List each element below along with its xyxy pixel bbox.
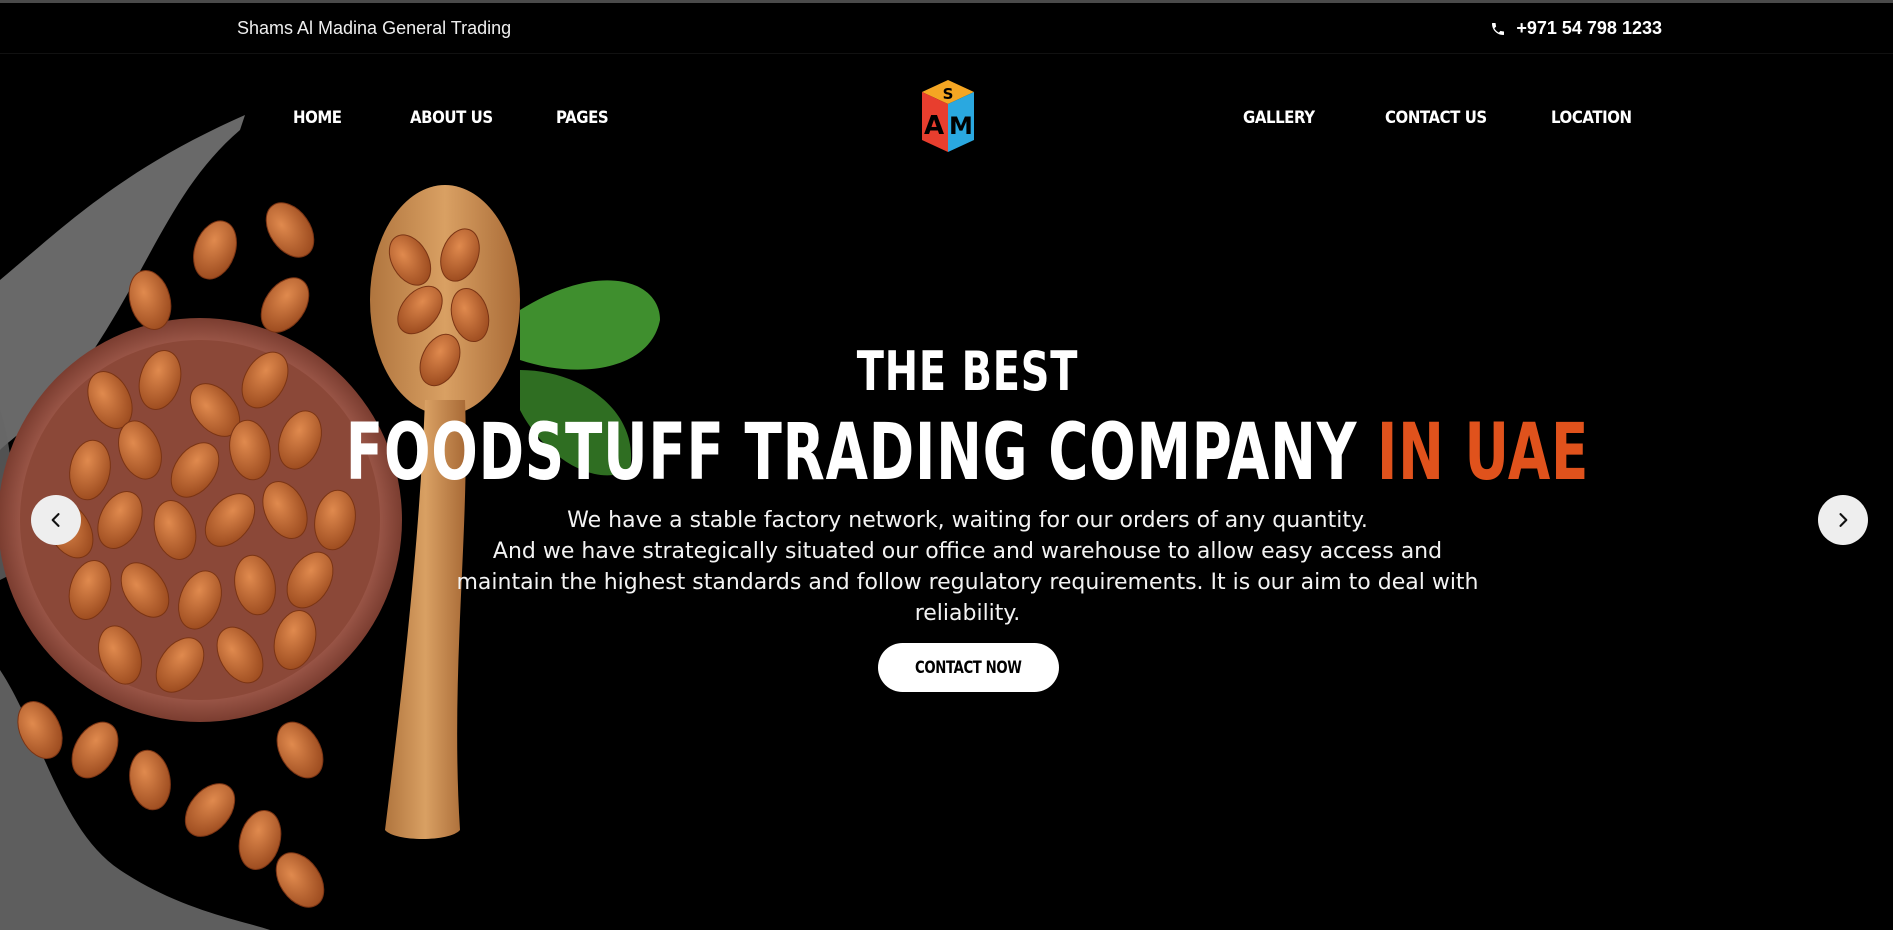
nav-gallery[interactable]: GALLERY: [1243, 108, 1315, 128]
hero-headline-main: FOODSTUFF TRADING COMPANY IN UAE: [213, 408, 1722, 498]
phone-number: +971 54 798 1233: [1516, 18, 1662, 38]
contact-now-button[interactable]: CONTACT NOW: [878, 643, 1059, 692]
hero-description-line: And we have strategically situated our o…: [492, 539, 1443, 564]
company-name: Shams Al Madina General Trading: [237, 18, 512, 38]
contact-now-label: CONTACT NOW: [915, 657, 1022, 678]
nav-location[interactable]: LOCATION: [1551, 108, 1632, 128]
logo-letter-m: M: [949, 112, 973, 140]
hero-description-line: maintain the highest standards and follo…: [456, 570, 1479, 626]
chevron-left-icon: [51, 513, 60, 527]
logo-letter-a: A: [924, 111, 944, 141]
hero-headline-main-text: FOODSTUFF TRADING COMPANY: [345, 408, 1358, 498]
hero-description: We have a stable factory network, waitin…: [420, 505, 1515, 629]
top-bar: Shams Al Madina General Trading +971 54 …: [0, 3, 1893, 54]
nav-contact-us[interactable]: CONTACT US: [1385, 108, 1487, 128]
chevron-right-icon: [1839, 513, 1848, 527]
company-logo[interactable]: S A M: [908, 78, 988, 160]
hero-headline-top: THE BEST: [856, 340, 1079, 403]
hero-description-line: We have a stable factory network, waitin…: [567, 508, 1368, 533]
phone-icon: [1492, 22, 1505, 35]
hero-headline-accent: IN UAE: [1376, 408, 1590, 498]
logo-letter-s: S: [943, 85, 954, 103]
slider-next-button[interactable]: [1818, 495, 1868, 545]
slider-prev-button[interactable]: [31, 495, 81, 545]
phone-link[interactable]: +971 54 798 1233: [1490, 18, 1662, 39]
